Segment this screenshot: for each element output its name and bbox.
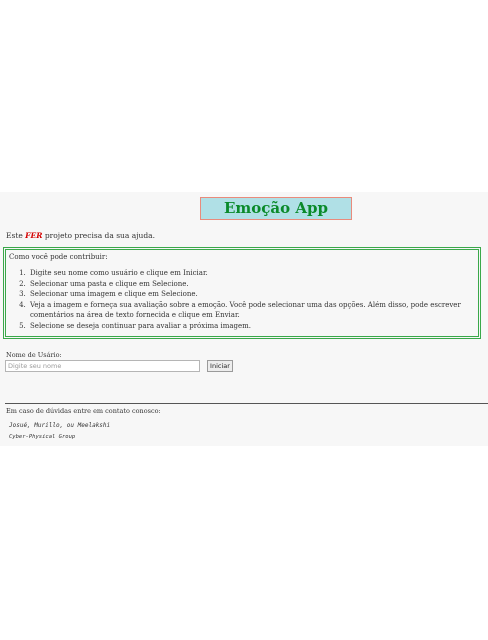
project-name: FER [25, 231, 43, 240]
intro-text: Este FER projeto precisa da sua ajuda. [6, 231, 155, 241]
step-item: Selecionar uma imagem e clique em Seleci… [28, 289, 468, 300]
username-label: Nome de Usário: [6, 351, 62, 359]
intro-suffix: projeto precisa da sua ajuda. [42, 231, 156, 240]
footer-divider [5, 403, 488, 404]
step-item: Selecionar uma pasta e clique em Selecio… [28, 279, 468, 290]
main-panel: Emoção App Este FER projeto precisa da s… [0, 192, 488, 446]
step-item: Digite seu nome como usuário e clique em… [28, 268, 468, 279]
step-item: Veja a imagem e forneça sua avaliação so… [28, 300, 468, 321]
group-name: Cyber-Physical Group [9, 434, 76, 440]
contribution-box: Como você pode contribuir: Digite seu no… [3, 247, 481, 339]
contact-text: Em caso de dúvidas entre em contato cono… [6, 407, 161, 415]
username-input[interactable] [5, 360, 200, 372]
start-button[interactable]: Iniciar [207, 360, 233, 372]
step-item: Selecione se deseja continuar para avali… [28, 321, 468, 332]
steps-list: Digite seu nome como usuário e clique em… [10, 268, 468, 331]
authors-text: Josué, Murillo, ou Meelakshi [9, 422, 111, 429]
contribution-heading: Como você pode contribuir: [9, 253, 108, 261]
intro-prefix: Este [6, 231, 26, 240]
app-title: Emoção App [200, 197, 352, 220]
